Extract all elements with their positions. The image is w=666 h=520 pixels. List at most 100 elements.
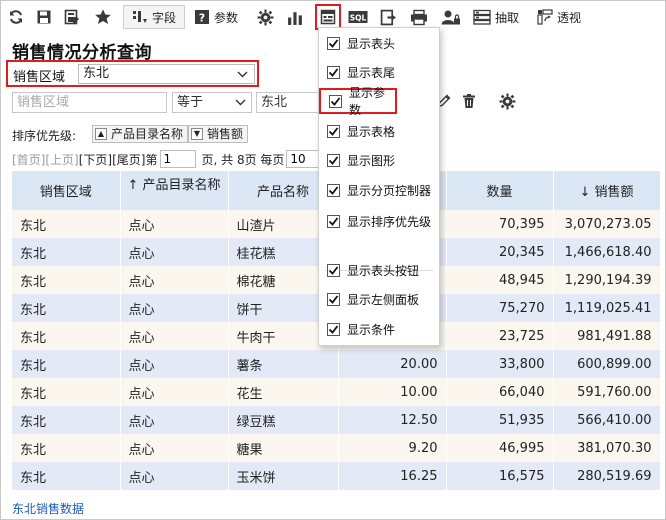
cell-quantity: 75,270 (446, 294, 554, 322)
pager-page-suffix: 页, 共 8页 每页 (201, 152, 285, 167)
field-button[interactable]: 字段 (123, 5, 185, 29)
extract-button[interactable]: 抽取 (471, 5, 521, 29)
settings-gear-icon[interactable] (499, 93, 517, 111)
menu-item-option-2[interactable]: 显示表尾 (319, 59, 439, 85)
cell-region: 东北 (12, 378, 121, 406)
cell-region: 东北 (12, 238, 121, 266)
col-header-region[interactable]: 销售区域 (12, 171, 121, 210)
area-select-value: 东北 (83, 66, 110, 81)
checkbox-checked-icon[interactable] (327, 214, 340, 228)
cell-sales: 280,519.69 (553, 462, 661, 490)
table-row: 东北 点心 糖果 9.20 46,995 381,070.30 (12, 434, 661, 462)
menu-item-option-4[interactable]: 显示表格 (319, 118, 439, 144)
menu-item-label: 显示参数 (349, 86, 386, 117)
checkbox-checked-icon[interactable] (327, 183, 340, 197)
sort-priority-label: 排序优先级: (12, 129, 77, 143)
checkbox-checked-icon[interactable] (327, 124, 340, 138)
menu-item-option-7[interactable]: 显示排序优先级 (319, 208, 439, 234)
filter-field-text[interactable] (17, 93, 166, 112)
col-header-quantity[interactable]: 数量 (446, 171, 554, 210)
extract-icon (473, 9, 491, 25)
cell-sales: 600,899.00 (553, 350, 661, 378)
gear-icon[interactable] (255, 5, 275, 29)
checkbox-checked-icon[interactable] (327, 36, 340, 50)
bar-chart-icon[interactable] (285, 5, 305, 29)
menu-item-option-6[interactable]: 显示分页控制器 (319, 177, 439, 203)
cell-region: 东北 (12, 266, 121, 294)
cell-sales: 981,491.88 (553, 322, 661, 350)
filter-operator-select[interactable]: 等于 (172, 92, 252, 113)
checkbox-checked-icon[interactable] (327, 153, 340, 167)
cell-quantity: 33,800 (446, 350, 554, 378)
pager-prev[interactable]: [上页] (45, 151, 78, 168)
menu-item-label: 显示分页控制器 (347, 183, 432, 198)
cell-category: 点心 (120, 294, 229, 322)
menu-item-label: 显示条件 (347, 322, 396, 337)
cell-region: 东北 (12, 406, 121, 434)
field-icon (132, 11, 147, 23)
menu-item-option-8[interactable]: 显示表头按钮 (319, 257, 439, 283)
cell-quantity: 70,395 (446, 210, 554, 238)
cell-price: 16.25 (338, 462, 447, 490)
col-header-category[interactable]: ↑ 产品目录名称 (120, 171, 229, 210)
user-permission-icon[interactable] (439, 5, 463, 29)
cell-sales: 3,070,273.05 (553, 210, 661, 238)
export-icon[interactable] (378, 5, 398, 29)
checkbox-checked-icon[interactable] (327, 292, 340, 306)
checkbox-checked-icon[interactable] (327, 322, 340, 336)
filter-value-input[interactable]: 东北 (256, 92, 320, 113)
footer-link[interactable]: 东北销售数据 (12, 500, 84, 517)
refresh-icon[interactable] (7, 5, 25, 29)
save-as-icon[interactable] (63, 5, 81, 29)
pager-first[interactable]: [首页] (12, 151, 45, 168)
pager: [首页] [上页] [下页] [尾页] 第 页, 共 8页 每页 (12, 150, 336, 168)
cell-quantity: 66,040 (446, 378, 554, 406)
pivot-button[interactable]: 透视 (534, 5, 584, 29)
param-button[interactable]: ? 参数 (191, 5, 241, 29)
col-header-sales[interactable]: ↓ 销售额 (553, 171, 661, 210)
cell-quantity: 46,995 (446, 434, 554, 462)
sort-desc-icon: ▼ (191, 128, 203, 140)
menu-item-option-9[interactable]: 显示左侧面板 (319, 286, 439, 312)
chevron-down-icon (237, 71, 248, 78)
checkbox-checked-icon[interactable] (327, 263, 340, 277)
menu-item-label: 显示表头 (347, 36, 396, 51)
filter-value-text: 东北 (261, 95, 288, 110)
pager-page-input[interactable] (159, 150, 196, 168)
area-select[interactable]: 东北 (78, 64, 255, 84)
cell-category: 点心 (120, 434, 229, 462)
cell-category: 点心 (120, 378, 229, 406)
sort-chip-sales[interactable]: ▼ 销售额 (188, 125, 249, 143)
cell-price: 10.00 (338, 378, 447, 406)
cell-region: 东北 (12, 294, 121, 322)
menu-item-option-1[interactable]: 显示表头 (319, 30, 439, 56)
sql-icon[interactable]: SQL (347, 5, 369, 29)
checkbox-checked-icon[interactable] (329, 94, 342, 108)
menu-item-option-3[interactable]: 显示参数 (319, 86, 397, 117)
sort-chip-category[interactable]: ▲ 产品目录名称 (92, 125, 189, 143)
favorite-star-icon[interactable] (93, 5, 113, 29)
delete-trash-icon[interactable] (461, 93, 479, 111)
menu-item-option-10[interactable]: 显示条件 (319, 316, 439, 342)
pager-next[interactable]: [下页] (79, 151, 112, 168)
cell-price: 20.00 (338, 350, 447, 378)
svg-text:?: ? (199, 12, 205, 25)
save-icon[interactable] (35, 5, 53, 29)
cell-category: 点心 (120, 266, 229, 294)
cell-sales: 566,410.00 (553, 406, 661, 434)
cell-region: 东北 (12, 462, 121, 490)
checkbox-checked-icon[interactable] (327, 65, 340, 79)
menu-item-option-5[interactable]: 显示图形 (319, 147, 439, 173)
print-icon[interactable] (408, 5, 430, 29)
table-row: 东北 点心 薯条 20.00 33,800 600,899.00 (12, 350, 661, 378)
menu-item-label: 显示图形 (347, 153, 396, 168)
pivot-icon (537, 9, 553, 25)
cell-category: 点心 (120, 210, 229, 238)
pager-page-prefix: 第 (145, 152, 158, 167)
cell-sales: 1,290,194.39 (553, 266, 661, 294)
cell-sales: 591,760.00 (553, 378, 661, 406)
filter-field-input[interactable] (12, 92, 167, 113)
pager-last[interactable]: [尾页] (112, 151, 145, 168)
area-param-box: 销售区域 东北 (6, 60, 259, 87)
cell-category: 点心 (120, 350, 229, 378)
